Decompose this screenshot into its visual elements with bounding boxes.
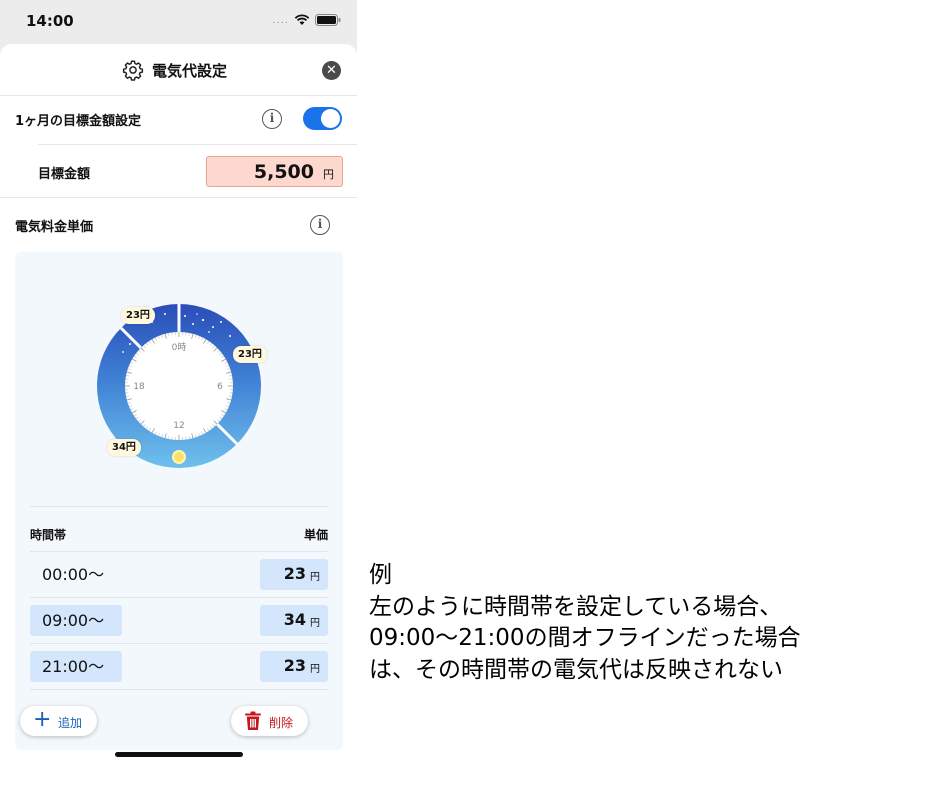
price-value: 34 — [283, 610, 306, 629]
plus-icon: + — [33, 707, 52, 732]
signal-dots-icon: .... — [272, 14, 289, 26]
status-time: 14:00 — [26, 12, 74, 30]
annotation-note: 例 左のように時間帯を設定している場合、 09:00～21:00の間オフラインだ… — [369, 560, 801, 686]
price-cell[interactable]: 23 円 — [260, 559, 328, 590]
price-cell[interactable]: 23 円 — [260, 651, 328, 682]
toggle-knob — [321, 109, 340, 128]
status-icons: .... — [272, 14, 341, 26]
close-button[interactable]: ✕ — [322, 61, 341, 80]
price-cell[interactable]: 34 円 — [260, 605, 328, 636]
sheet-title: 電気代設定 — [152, 61, 228, 80]
target-amount-unit: 円 — [323, 168, 334, 181]
price-unit: 円 — [310, 664, 320, 675]
table-row[interactable]: 09:00～ 34 円 — [30, 598, 328, 644]
note-line: 左のように時間帯を設定している場合、 — [369, 593, 783, 620]
unit-price-label: 電気料金単価 — [15, 220, 94, 235]
trash-icon — [245, 711, 261, 730]
rate-tag: 23円 — [233, 346, 267, 363]
clock-dial[interactable]: 0時 6 12 18 — [15, 252, 343, 502]
unit-price-info-icon[interactable]: i — [310, 215, 330, 235]
sheet-title-wrap: 電気代設定 — [122, 59, 227, 81]
sun-icon — [172, 450, 186, 464]
wifi-icon — [294, 14, 310, 25]
rate-tag: 23円 — [121, 307, 155, 324]
price-unit: 円 — [310, 572, 320, 583]
phone-screen: 14:00 .... 電気代設定 ✕ 1ヶ月の目標金額設定 i 目標金額 5,5… — [0, 0, 357, 808]
price-unit: 円 — [310, 618, 320, 629]
hour-label-6: 6 — [217, 382, 223, 392]
note-line: 09:00～21:00の間オフラインだった場合 — [369, 625, 801, 651]
target-amount-label: 目標金額 — [38, 167, 91, 182]
delete-button[interactable]: 削除 — [231, 706, 308, 736]
header-price: 単価 — [303, 528, 328, 542]
time-cell[interactable]: 21:00～ — [30, 651, 122, 682]
table-header: 時間帯 単価 — [30, 506, 328, 552]
target-amount-value: 5,500 — [253, 161, 314, 183]
info-icon[interactable]: i — [262, 109, 282, 129]
time-cell[interactable]: 00:00～ — [30, 559, 122, 590]
monthly-target-toggle[interactable] — [303, 107, 342, 130]
table-row[interactable]: 00:00～ 23 円 — [30, 552, 328, 598]
add-button-label: 追加 — [58, 716, 83, 730]
note-line: 例 — [369, 562, 392, 588]
delete-button-label: 削除 — [269, 716, 294, 730]
header-time: 時間帯 — [30, 528, 67, 542]
table-row[interactable]: 21:00～ 23 円 — [30, 644, 328, 690]
hour-label-0: 0時 — [172, 342, 187, 353]
close-icon: ✕ — [326, 63, 337, 78]
note-line: は、その時間帯の電気代は反映されない — [369, 656, 783, 683]
status-bar: 14:00 .... — [0, 0, 357, 44]
price-value: 23 — [283, 564, 306, 583]
sheet-header: 電気代設定 ✕ — [0, 44, 357, 96]
price-value: 23 — [283, 656, 306, 675]
rate-tag: 34円 — [107, 439, 141, 456]
monthly-target-label: 1ヶ月の目標金額設定 — [15, 114, 142, 129]
gear-icon — [122, 60, 144, 81]
battery-icon — [315, 14, 341, 26]
settings-sheet: 電気代設定 ✕ 1ヶ月の目標金額設定 i 目標金額 5,500 円 電気料金単価… — [0, 44, 357, 808]
hour-label-18: 18 — [133, 382, 145, 392]
unit-price-card: 0時 6 12 18 23円 23円 34円 時間帯 単価 00:00～ 23 … — [15, 252, 343, 750]
divider — [38, 144, 357, 145]
target-amount-field[interactable]: 5,500 円 — [206, 156, 343, 187]
home-indicator[interactable] — [115, 752, 243, 757]
hour-label-12: 12 — [173, 421, 184, 431]
add-button[interactable]: + 追加 — [20, 706, 97, 736]
divider — [0, 197, 357, 198]
time-cell[interactable]: 09:00～ — [30, 605, 122, 636]
